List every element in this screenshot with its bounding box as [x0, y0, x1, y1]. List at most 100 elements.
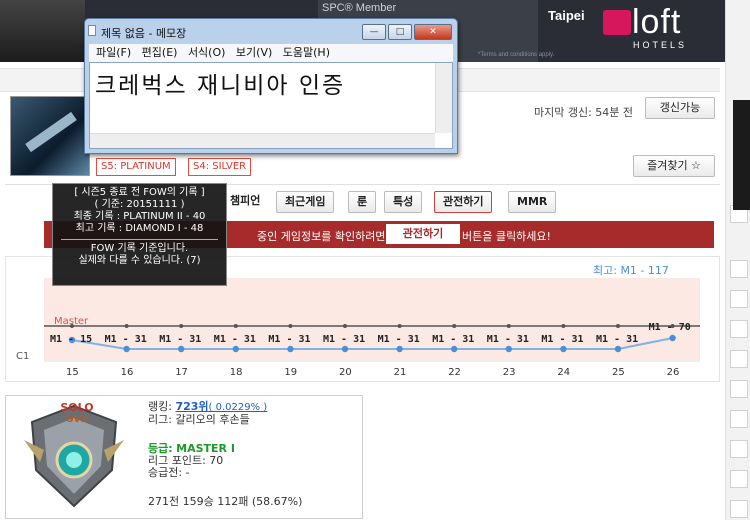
spectate-text-before: 중인 게임정보를 확인하려면: [257, 230, 386, 243]
x-tick-label: 22: [448, 367, 461, 378]
banner-left-image: [0, 0, 85, 62]
minimize-icon[interactable]: —: [362, 24, 386, 40]
tooltip-line: 최종 기록 : PLATINUM II - 40: [73, 211, 206, 222]
banner-city: Taipei: [548, 8, 585, 23]
season4-badge[interactable]: S4: SILVER: [188, 158, 252, 176]
lp-data-point: [614, 345, 622, 353]
aloft-logo-sub: HOTELS: [633, 40, 688, 50]
tab-spectate[interactable]: 관전하기: [434, 191, 493, 213]
banner-terms-text: *Terms and conditions apply.: [478, 52, 555, 58]
tab-recent-games[interactable]: 최근게임: [276, 191, 335, 213]
threshold-marker: [506, 324, 511, 328]
lp-data-label: M1 - 31: [596, 334, 638, 345]
menu-help[interactable]: 도움말(H): [283, 46, 330, 59]
last-update-text: 마지막 갱신: 54분 전: [534, 106, 634, 119]
threshold-marker: [288, 324, 293, 328]
profile-icon: [10, 96, 90, 176]
x-tick-label: 15: [66, 367, 79, 378]
tab-masteries[interactable]: 특성: [384, 191, 423, 213]
sidebar-box[interactable]: [730, 350, 748, 368]
sidebar-box[interactable]: [730, 410, 748, 428]
banner-member-text: SPC® Member: [322, 2, 397, 14]
lp-data-point: [669, 334, 676, 342]
notepad-icon: [88, 25, 96, 36]
sidebar-box[interactable]: [730, 470, 748, 488]
notepad-menubar: 파일(F) 편집(E) 서식(O) 보기(V) 도움말(H): [89, 44, 453, 62]
sidebar-box[interactable]: [730, 440, 748, 458]
league-name: 리그: 갈리오의 후손들: [148, 413, 250, 426]
spectate-button[interactable]: 관전하기: [386, 224, 460, 244]
refresh-button[interactable]: 갱신가능: [645, 97, 715, 119]
queue-mode: 5v5: [66, 414, 88, 425]
rank-details: 랭킹: 723위( 0.0229% ) 리그: 갈리오의 후손들 등급: MAS…: [148, 401, 302, 508]
lp-data-point: [505, 345, 512, 353]
threshold-marker: [343, 324, 347, 328]
lp-data-point: [451, 345, 458, 353]
lp-data-label: M1 - 70: [649, 322, 691, 333]
tooltip-line: 최고 기록 : DIAMOND I - 48: [75, 223, 204, 234]
queue-type: SOLO: [60, 401, 94, 414]
menu-format[interactable]: 서식(O): [188, 46, 225, 59]
tab-mmr[interactable]: MMR: [508, 191, 557, 213]
lp-data-label: M1 - 31: [323, 334, 365, 345]
spectate-text-after: 버튼을 클릭하세요!: [462, 230, 551, 243]
lp-data-label: M1 - 31: [214, 334, 256, 345]
x-tick-label: 24: [557, 367, 570, 378]
close-icon[interactable]: ✕: [414, 24, 452, 40]
x-tick-label: 19: [284, 367, 297, 378]
menu-edit[interactable]: 편집(E): [142, 46, 178, 59]
threshold-marker: [561, 324, 566, 328]
tooltip-line: [ 시즌5 종료 전 FOW의 기록 ]: [74, 187, 205, 198]
win-loss-record: 271전 159승 112패 (58.67%): [148, 495, 303, 508]
ranking-percent[interactable]: ( 0.0229% ): [209, 402, 268, 413]
sidebar-box[interactable]: [730, 260, 748, 278]
favorite-button[interactable]: 즐겨찾기 ☆: [633, 155, 715, 177]
right-dark-panel: [733, 100, 750, 210]
threshold-marker: [70, 324, 74, 328]
lp-data-label: M1 - 31: [159, 334, 201, 345]
tooltip-divider: [61, 239, 218, 240]
tier-band: [44, 278, 700, 360]
tab-champions[interactable]: 챔피언: [222, 191, 268, 213]
lp-data-label: M1 - 31: [432, 334, 474, 345]
notepad-content[interactable]: 크레벅스 재니비아 인증: [95, 66, 345, 100]
sidebar-box[interactable]: [730, 320, 748, 338]
notepad-vertical-scrollbar[interactable]: [435, 63, 452, 133]
threshold-marker: [124, 324, 129, 328]
x-tick-label: 16: [121, 367, 134, 378]
lp-data-label: M1 - 31: [487, 334, 529, 345]
season5-badge[interactable]: S5: PLATINUM: [96, 158, 176, 176]
x-tick-label: 17: [175, 367, 188, 378]
tab-runes[interactable]: 룬: [348, 191, 377, 213]
x-tick-label: 23: [503, 367, 516, 378]
menu-file[interactable]: 파일(F): [96, 46, 131, 59]
threshold-marker: [233, 324, 238, 328]
lp-data-point: [287, 345, 294, 353]
tooltip-line: 실제와 다를 수 있습니다. (7): [78, 255, 201, 266]
lp-data-label: M1 - 31: [378, 334, 420, 345]
lp-data-point: [341, 345, 349, 353]
lp-data-point: [396, 345, 403, 353]
ranking-link[interactable]: 723위: [175, 400, 208, 413]
promotion-status: 승급전: -: [148, 466, 190, 479]
x-tick-label: 21: [394, 367, 407, 378]
x-tick-label: 20: [339, 367, 352, 378]
threshold-marker: [179, 324, 184, 328]
sidebar-box[interactable]: [730, 380, 748, 398]
sidebar-box[interactable]: [730, 500, 748, 518]
aloft-logo-mark: [603, 10, 631, 35]
sidebar-box[interactable]: [730, 290, 748, 308]
threshold-marker: [452, 324, 457, 328]
lp-data-point: [178, 345, 185, 353]
x-tick-label: 18: [230, 367, 243, 378]
lp-data-label: M1 - 31: [268, 334, 310, 345]
threshold-marker: [616, 324, 620, 328]
lp-data-label: M1 - 15: [50, 334, 92, 345]
notepad-horizontal-scrollbar[interactable]: [90, 133, 435, 148]
threshold-marker: [397, 324, 402, 328]
tooltip-line: ( 기준: 20151111 ): [94, 199, 185, 210]
menu-view[interactable]: 보기(V): [236, 46, 272, 59]
maximize-icon[interactable]: □: [388, 24, 412, 40]
right-sidebar: [725, 0, 750, 520]
lp-data-point: [123, 345, 130, 353]
